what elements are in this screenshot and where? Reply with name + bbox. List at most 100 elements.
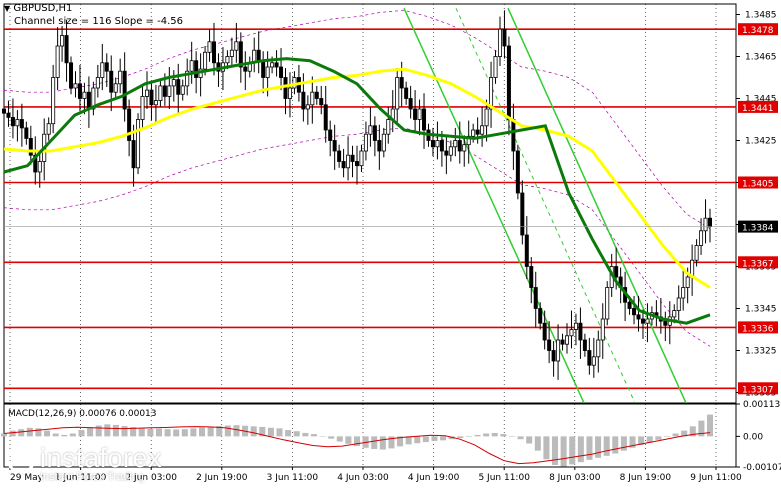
- macd-histogram-bar: [302, 432, 309, 437]
- y-tick-label: 1.3345: [745, 305, 777, 315]
- candle-body: [149, 89, 154, 106]
- macd-histogram-bar: [620, 436, 627, 451]
- candle-body: [556, 339, 561, 362]
- candle-body: [274, 62, 279, 68]
- watermark-tagline: Instant Forex Trading: [40, 471, 144, 483]
- macd-histogram-bar: [422, 436, 429, 443]
- candle-body: [144, 89, 149, 97]
- macd-histogram-bar: [474, 434, 481, 437]
- candle-body: [506, 45, 511, 120]
- macd-histogram-bar: [483, 433, 490, 437]
- candle-body: [113, 83, 118, 93]
- candle-body: [703, 217, 708, 232]
- candle-body: [131, 140, 136, 169]
- candle-body: [225, 56, 230, 64]
- level-label: 1.3405: [742, 180, 774, 190]
- macd-histogram-bar: [44, 430, 51, 437]
- candle-body: [332, 140, 337, 152]
- candle-body: [265, 66, 270, 78]
- macd-histogram-bar: [207, 426, 214, 437]
- candle-body: [471, 129, 476, 137]
- candle-body: [596, 339, 601, 358]
- candle-body: [287, 87, 292, 99]
- macd-histogram-bar: [569, 436, 576, 465]
- macd-histogram-bar: [663, 436, 670, 437]
- candle-body: [600, 318, 605, 341]
- candle-body: [395, 77, 400, 110]
- macd-histogram-bar: [95, 425, 102, 437]
- candle-body: [319, 98, 324, 106]
- candle-body: [194, 60, 199, 78]
- macd-histogram-bar: [345, 436, 352, 444]
- candle-body: [136, 119, 141, 169]
- macd-histogram-bar: [18, 429, 25, 437]
- macd-histogram-bar: [560, 436, 567, 467]
- candle-body: [301, 91, 306, 110]
- candle-body: [6, 112, 11, 118]
- macd-y-tick-label: 0.00113: [743, 400, 780, 410]
- macd-histogram-bar: [465, 436, 472, 437]
- macd-histogram-bar: [603, 436, 610, 456]
- candle-body: [408, 98, 413, 110]
- candle-body: [359, 150, 364, 167]
- candle-body: [524, 234, 529, 267]
- candle-body: [413, 108, 418, 120]
- candle-body: [582, 339, 587, 351]
- macd-histogram-bar: [371, 436, 378, 449]
- candle-body: [140, 96, 145, 120]
- candle-body: [520, 192, 525, 236]
- symbol-header: ▼ GBPUSD,H1: [4, 3, 72, 14]
- macd-histogram-bar: [61, 434, 68, 437]
- x-tick-label: 4 Jun 03:00: [337, 473, 389, 483]
- candle-body: [404, 87, 409, 99]
- macd-y-tick-label: 0.00: [743, 432, 763, 442]
- candle-body: [511, 119, 516, 152]
- y-tick-label: 1.3325: [745, 347, 777, 357]
- level-label: 1.3478: [742, 26, 774, 36]
- candle-body: [37, 161, 42, 173]
- watermark: instaforex Instant Forex Trading: [6, 443, 162, 483]
- candle-body: [453, 140, 458, 148]
- candle-body: [377, 140, 382, 152]
- candle-body: [109, 70, 114, 93]
- candle-body: [229, 49, 234, 57]
- candle-body: [310, 91, 315, 106]
- macd-histogram-bar: [586, 436, 593, 460]
- candle-body: [305, 104, 310, 110]
- candle-body: [542, 322, 547, 341]
- candle-body: [350, 154, 355, 162]
- candle-body: [699, 230, 704, 246]
- candle-body: [538, 308, 543, 324]
- candle-body: [19, 119, 24, 129]
- candle-body: [569, 329, 574, 337]
- macd-histogram-bar: [190, 428, 197, 437]
- candle-body: [560, 339, 565, 345]
- level-label: 1.3367: [742, 259, 774, 269]
- macd-histogram-bar: [534, 436, 541, 451]
- candle-body: [127, 108, 132, 141]
- candle-body: [676, 297, 681, 311]
- candle-body: [681, 287, 686, 299]
- candle-body: [314, 91, 319, 99]
- candle-body: [60, 35, 65, 47]
- candle-body: [372, 125, 377, 141]
- candle-body: [64, 35, 69, 64]
- candle-body: [279, 66, 284, 78]
- candle-body: [640, 318, 645, 324]
- candle-body: [605, 287, 610, 320]
- macd-histogram-bar: [276, 428, 283, 437]
- candle-body: [243, 66, 248, 72]
- candle-body: [708, 217, 713, 227]
- candle-body: [46, 123, 51, 135]
- macd-histogram-bar: [336, 436, 343, 442]
- candle-body: [171, 79, 176, 87]
- macd-histogram-bar: [147, 428, 154, 437]
- candle-body: [386, 119, 391, 135]
- candle-body: [591, 356, 596, 366]
- candle-body: [636, 314, 641, 320]
- y-tick-label: 1.3485: [745, 11, 777, 21]
- candle-body: [430, 140, 435, 148]
- channel-info: Channel size = 116 Slope = -4.56: [14, 16, 183, 27]
- candle-body: [86, 91, 91, 110]
- macd-histogram-bar: [431, 436, 438, 441]
